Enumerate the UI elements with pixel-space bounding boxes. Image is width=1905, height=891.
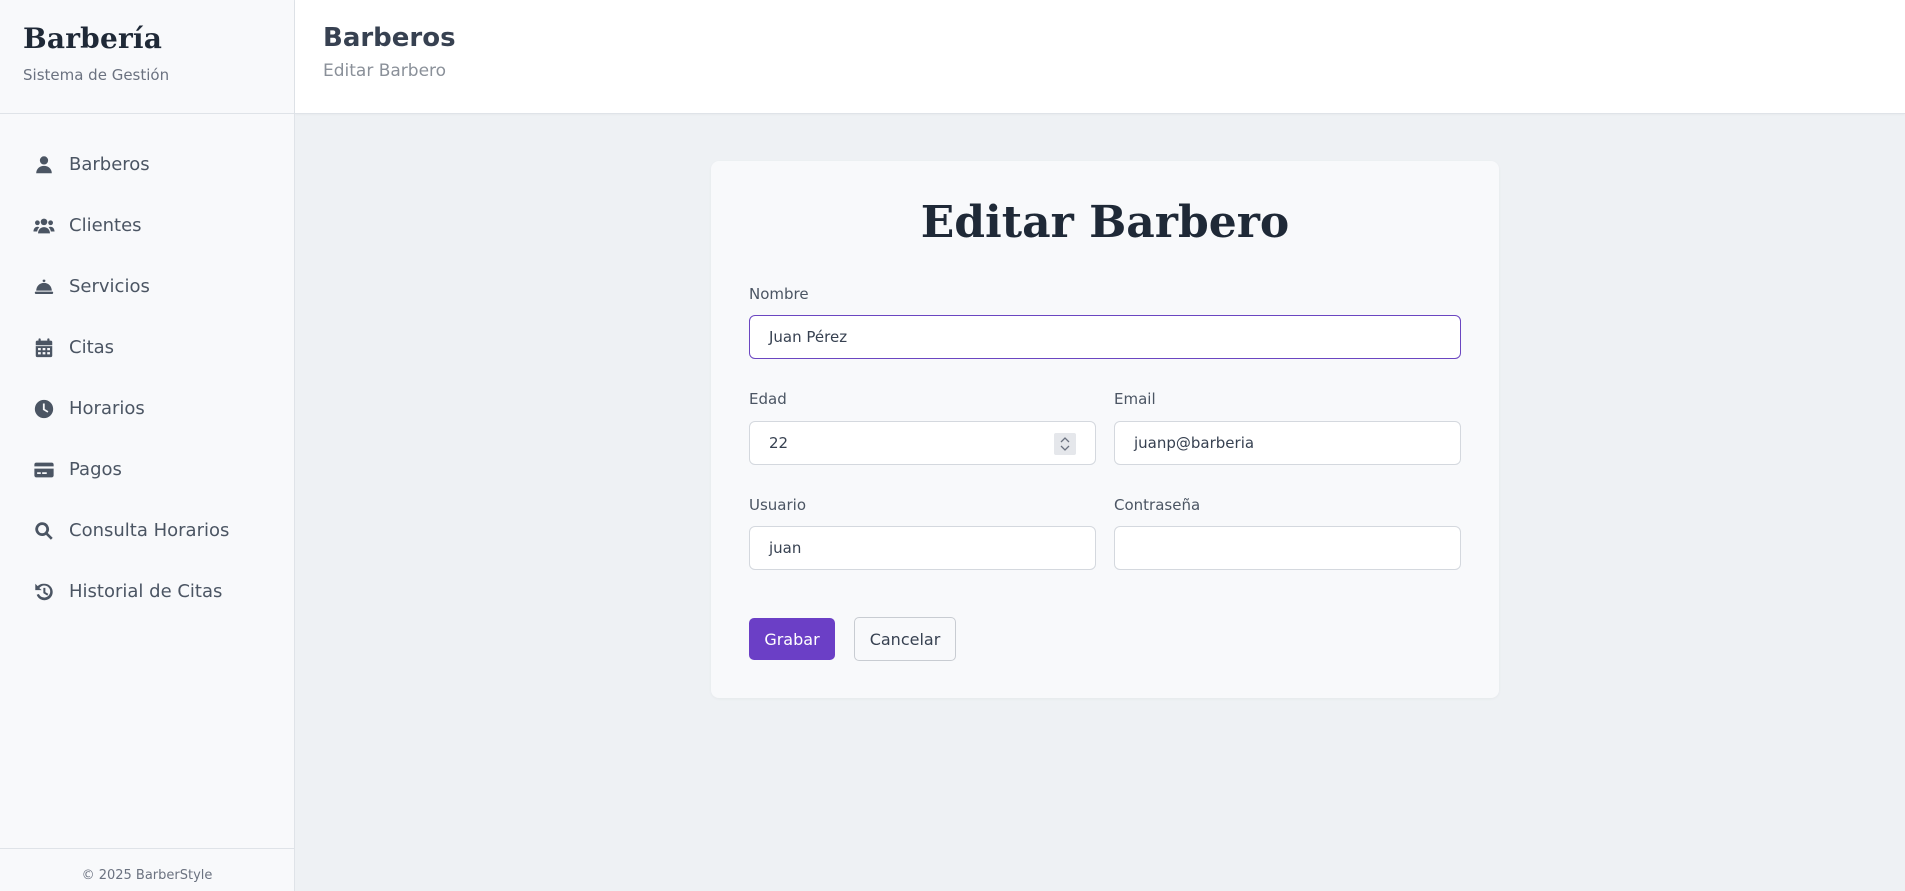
chevron-down-icon[interactable]: [1060, 445, 1070, 451]
sidebar-item-clientes[interactable]: Clientes: [0, 195, 294, 256]
sidebar-item-label: Clientes: [69, 215, 142, 236]
user-icon: [33, 154, 55, 176]
usuario-value: juan: [769, 539, 802, 557]
number-stepper[interactable]: [1054, 433, 1076, 455]
form-title: Editar Barbero: [920, 197, 1290, 248]
concierge-bell-icon: [33, 276, 55, 298]
page-title: Barberos: [323, 23, 456, 53]
calendar-icon: [33, 337, 55, 359]
usuario-field[interactable]: juan: [749, 526, 1096, 570]
clock-icon: [33, 398, 55, 420]
edit-barber-form: Editar Barbero Nombre Juan Pérez Edad 22…: [711, 161, 1499, 698]
sidebar-item-consulta-horarios[interactable]: Consulta Horarios: [0, 500, 294, 561]
edad-field[interactable]: 22: [749, 421, 1096, 465]
sidebar-item-pagos[interactable]: Pagos: [0, 439, 294, 500]
sidebar-item-label: Historial de Citas: [69, 581, 223, 602]
edad-value: 22: [769, 434, 789, 452]
nombre-field[interactable]: Juan Pérez: [749, 315, 1461, 359]
sidebar-item-label: Horarios: [69, 398, 145, 419]
chevron-up-icon[interactable]: [1060, 437, 1070, 443]
brand-subtitle: Sistema de Gestión: [23, 66, 170, 84]
sidebar: Barbería Sistema de Gestión Barberos Cli…: [0, 0, 295, 891]
nombre-value: Juan Pérez: [769, 328, 848, 346]
sidebar-item-label: Servicios: [69, 276, 150, 297]
sidebar-item-barberos[interactable]: Barberos: [0, 134, 294, 195]
sidebar-nav: Barberos Clientes Servicios Citas Horari…: [0, 114, 294, 622]
sidebar-item-horarios[interactable]: Horarios: [0, 378, 294, 439]
search-icon: [33, 520, 55, 542]
page-header: Barberos Editar Barbero: [295, 0, 1905, 114]
sidebar-item-label: Barberos: [69, 154, 150, 175]
brand: Barbería Sistema de Gestión: [0, 0, 294, 114]
sidebar-footer: © 2025 BarberStyle: [0, 848, 294, 891]
credit-card-icon: [33, 459, 55, 481]
email-label: Email: [1114, 390, 1156, 408]
sidebar-item-label: Pagos: [69, 459, 122, 480]
email-value: juanp@barberia: [1134, 434, 1255, 452]
sidebar-item-label: Citas: [69, 337, 115, 358]
page-subtitle: Editar Barbero: [323, 61, 447, 81]
save-button[interactable]: Grabar: [749, 618, 835, 660]
password-field[interactable]: [1114, 526, 1461, 570]
history-icon: [33, 581, 55, 603]
edad-label: Edad: [749, 390, 787, 408]
email-field[interactable]: juanp@barberia: [1114, 421, 1461, 465]
brand-title: Barbería: [23, 22, 163, 55]
sidebar-item-citas[interactable]: Citas: [0, 317, 294, 378]
nombre-label: Nombre: [749, 285, 809, 303]
users-icon: [33, 215, 55, 237]
sidebar-item-label: Consulta Horarios: [69, 520, 230, 541]
sidebar-item-servicios[interactable]: Servicios: [0, 256, 294, 317]
sidebar-item-historial-citas[interactable]: Historial de Citas: [0, 561, 294, 622]
usuario-label: Usuario: [749, 496, 807, 514]
cancel-button[interactable]: Cancelar: [854, 617, 956, 661]
contrasena-label: Contraseña: [1114, 496, 1201, 514]
